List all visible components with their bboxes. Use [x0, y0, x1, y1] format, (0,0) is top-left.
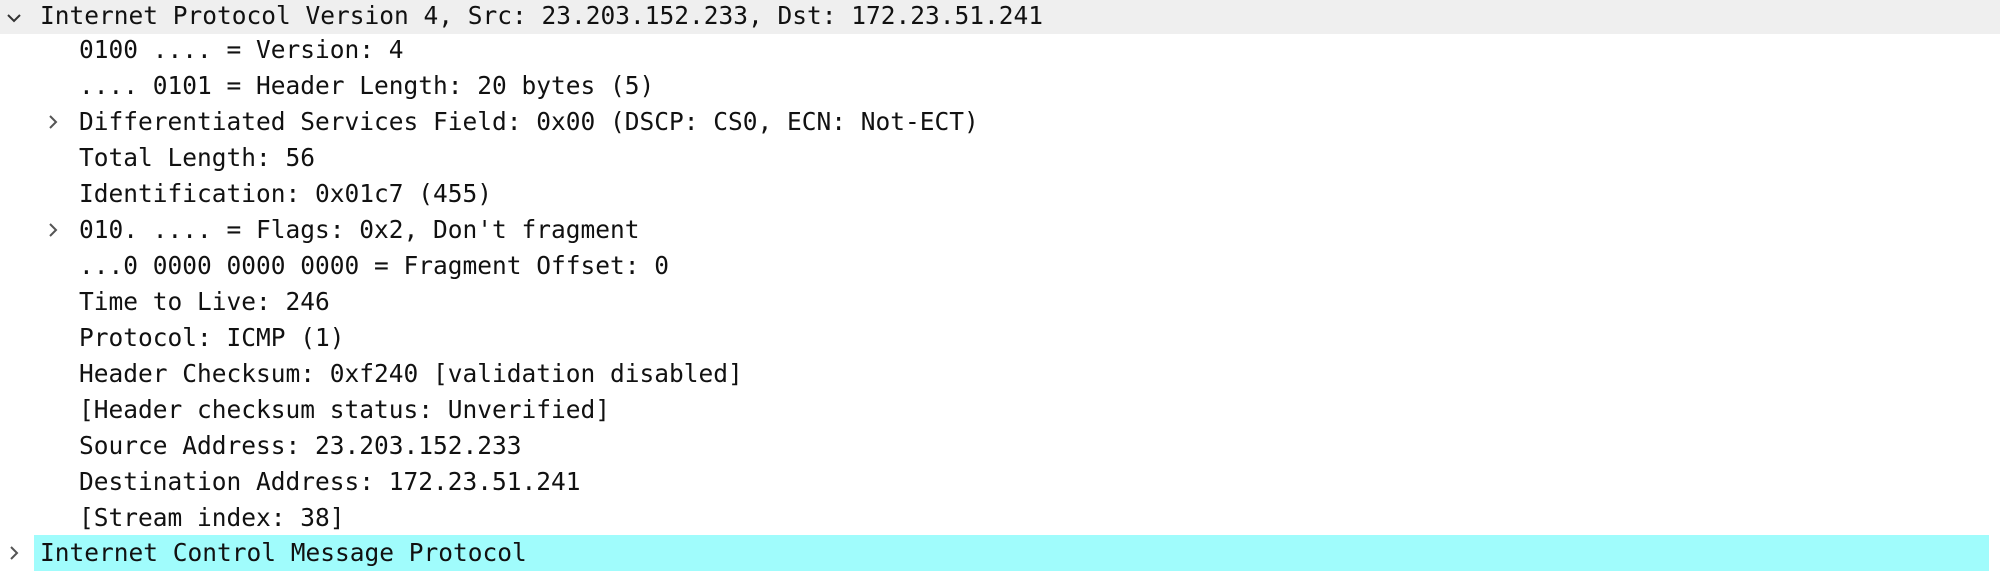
ipv4-header-label: Internet Protocol Version 4, Src: 23.203…	[40, 1, 1044, 30]
field-checksum-status: [Header checksum status: Unverified]	[79, 395, 611, 424]
field-header-length: .... 0101 = Header Length: 20 bytes (5)	[79, 71, 655, 100]
tree-row-identification[interactable]: Identification: 0x01c7 (455)	[0, 176, 2000, 212]
chevron-right-icon[interactable]	[44, 212, 62, 248]
field-version: 0100 .... = Version: 4	[79, 35, 404, 64]
tree-row-stream-index[interactable]: [Stream index: 38]	[0, 500, 2000, 536]
field-dsfield: Differentiated Services Field: 0x00 (DSC…	[79, 107, 979, 136]
tree-row-flags[interactable]: 010. .... = Flags: 0x2, Don't fragment	[0, 212, 2000, 248]
field-protocol: Protocol: ICMP (1)	[79, 323, 345, 352]
tree-row-checksum-status[interactable]: [Header checksum status: Unverified]	[0, 392, 2000, 428]
field-identification: Identification: 0x01c7 (455)	[79, 179, 493, 208]
tree-row-version[interactable]: 0100 .... = Version: 4	[0, 32, 2000, 68]
chevron-right-icon[interactable]	[44, 104, 62, 140]
tree-row-source-address[interactable]: Source Address: 23.203.152.233	[0, 428, 2000, 464]
tree-row-dsfield[interactable]: Differentiated Services Field: 0x00 (DSC…	[0, 104, 2000, 140]
chevron-down-icon[interactable]	[5, 0, 23, 36]
tree-row-destination-address[interactable]: Destination Address: 172.23.51.241	[0, 464, 2000, 500]
tree-row-header-length[interactable]: .... 0101 = Header Length: 20 bytes (5)	[0, 68, 2000, 104]
packet-details-tree: Internet Protocol Version 4, Src: 23.203…	[0, 0, 2000, 580]
tree-row-ttl[interactable]: Time to Live: 246	[0, 284, 2000, 320]
field-ttl: Time to Live: 246	[79, 287, 330, 316]
field-source-address: Source Address: 23.203.152.233	[79, 431, 522, 460]
tree-row-protocol[interactable]: Protocol: ICMP (1)	[0, 320, 2000, 356]
field-flags: 010. .... = Flags: 0x2, Don't fragment	[79, 215, 640, 244]
tree-row-icmp[interactable]: Internet Control Message Protocol	[0, 535, 2000, 571]
field-stream-index: [Stream index: 38]	[79, 503, 345, 532]
tree-row-total-length[interactable]: Total Length: 56	[0, 140, 2000, 176]
tree-row-checksum[interactable]: Header Checksum: 0xf240 [validation disa…	[0, 356, 2000, 392]
chevron-right-icon[interactable]	[5, 535, 23, 571]
field-fragment-offset: ...0 0000 0000 0000 = Fragment Offset: 0	[79, 251, 670, 280]
field-total-length: Total Length: 56	[79, 143, 316, 172]
field-destination-address: Destination Address: 172.23.51.241	[79, 467, 581, 496]
tree-row-ipv4[interactable]: Internet Protocol Version 4, Src: 23.203…	[0, 0, 2000, 34]
tree-row-fragment-offset[interactable]: ...0 0000 0000 0000 = Fragment Offset: 0	[0, 248, 2000, 284]
field-header-checksum: Header Checksum: 0xf240 [validation disa…	[79, 359, 743, 388]
icmp-header-label: Internet Control Message Protocol	[40, 538, 527, 567]
